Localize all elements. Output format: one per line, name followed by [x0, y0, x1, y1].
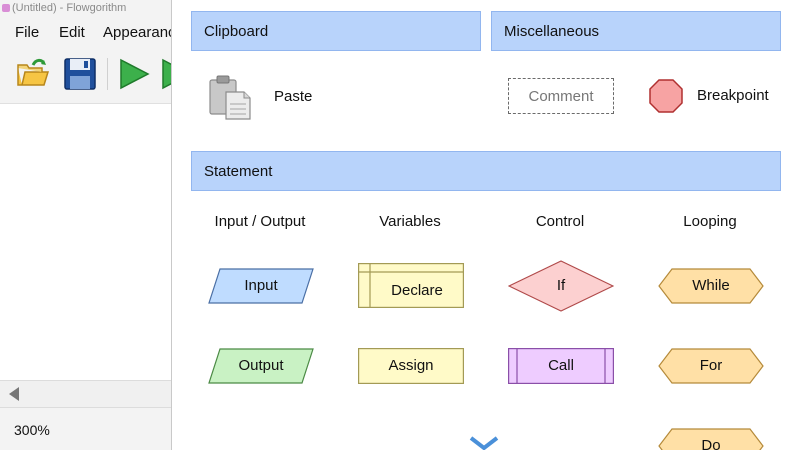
paste-item[interactable]: Paste [202, 70, 322, 120]
title-bar: (Untitled) - Flowgorithm [0, 0, 172, 18]
toolbar [0, 46, 172, 104]
open-button[interactable] [15, 56, 51, 92]
call-shape[interactable]: Call [508, 348, 614, 384]
statement-header-label: Statement [204, 163, 273, 180]
save-disk-icon [64, 58, 96, 90]
scroll-left-icon[interactable] [9, 387, 19, 401]
declare-shape[interactable]: Declare [358, 263, 464, 308]
while-shape[interactable]: While [658, 268, 764, 304]
do-shape[interactable]: Do [658, 428, 764, 450]
paste-label: Paste [274, 88, 313, 105]
step-icon [162, 58, 172, 90]
column-variables: Variables [379, 213, 441, 230]
menu-file[interactable]: File [15, 24, 39, 41]
open-folder-icon [17, 58, 50, 86]
input-label: Input [244, 277, 278, 294]
flowchart-canvas[interactable] [0, 105, 172, 380]
miscellaneous-header: Miscellaneous [491, 11, 781, 51]
horizontal-scrollbar[interactable] [0, 380, 172, 408]
column-input-output: Input / Output [214, 213, 306, 230]
clipboard-header-label: Clipboard [204, 23, 269, 40]
declare-label: Declare [391, 282, 443, 299]
save-button[interactable] [62, 56, 98, 92]
window-title: (Untitled) - Flowgorithm [12, 2, 127, 14]
miscellaneous-header-label: Miscellaneous [504, 23, 600, 40]
insert-shape-popup: Clipboard Paste Miscellaneous Comment Br… [171, 0, 800, 450]
breakpoint-octagon-icon [649, 79, 683, 113]
column-looping: Looping [683, 213, 737, 230]
comment-shape[interactable]: Comment [508, 78, 614, 114]
menu-bar: File Edit Appearanc [0, 18, 176, 46]
toolbar-separator [107, 58, 108, 90]
chevron-down-icon [469, 436, 499, 450]
breakpoint-item[interactable]: Breakpoint [648, 78, 778, 114]
statement-header: Statement [191, 151, 781, 191]
if-label: If [556, 277, 566, 294]
call-label: Call [548, 357, 574, 374]
step-button[interactable] [158, 56, 172, 92]
output-label: Output [238, 357, 284, 374]
status-bar: 300% [0, 408, 172, 450]
output-shape[interactable]: Output [208, 348, 314, 384]
zoom-level: 300% [14, 422, 50, 438]
breakpoint-label: Breakpoint [697, 87, 769, 104]
menu-appearance[interactable]: Appearanc [103, 24, 176, 41]
paste-clipboard-icon [209, 75, 251, 120]
column-control: Control [535, 213, 585, 230]
run-button[interactable] [116, 56, 152, 92]
assign-shape[interactable]: Assign [358, 348, 464, 384]
app-icon [2, 4, 10, 12]
scroll-down-button[interactable] [469, 434, 499, 450]
comment-label: Comment [528, 88, 594, 105]
do-label: Do [701, 437, 721, 450]
run-icon [120, 58, 150, 90]
input-shape[interactable]: Input [208, 268, 314, 304]
assign-label: Assign [388, 357, 434, 374]
while-label: While [692, 277, 730, 294]
clipboard-header: Clipboard [191, 11, 481, 51]
menu-edit[interactable]: Edit [59, 24, 85, 41]
for-label: For [699, 357, 723, 374]
for-shape[interactable]: For [658, 348, 764, 384]
if-shape[interactable]: If [508, 260, 614, 312]
